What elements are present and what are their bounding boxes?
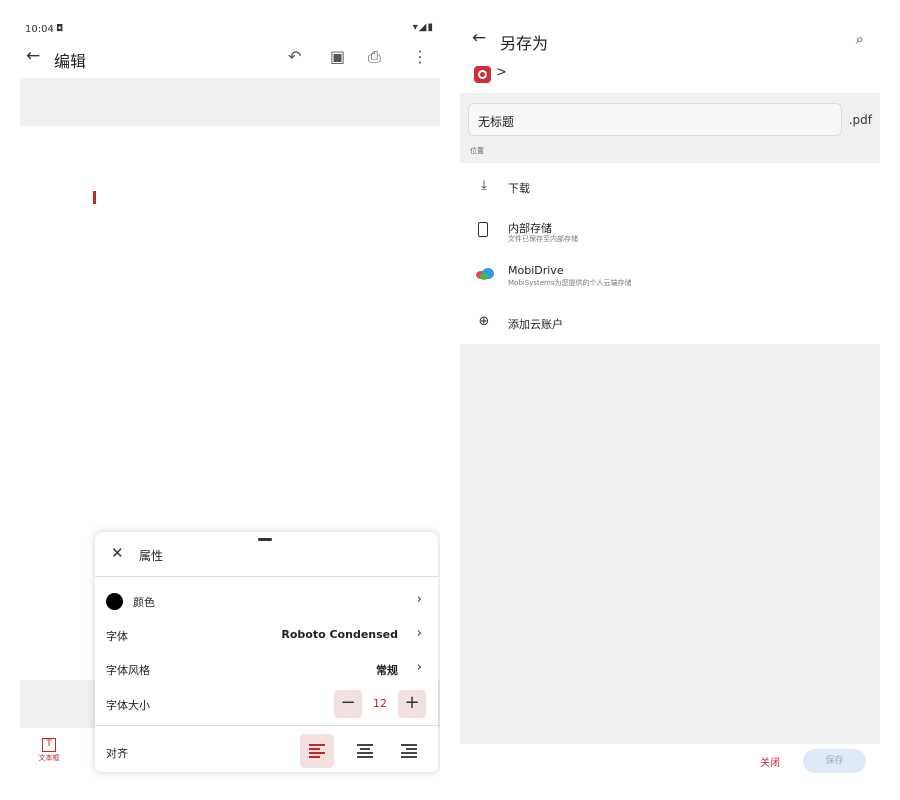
color-row[interactable]: 颜色 › bbox=[95, 586, 438, 616]
status-bar: 10:04 ◘ ▾◢▮ bbox=[20, 0, 440, 42]
font-size-label: 字体大小 bbox=[106, 699, 150, 712]
save-icon[interactable]: ▣ bbox=[330, 47, 345, 66]
align-center-button[interactable] bbox=[348, 734, 382, 768]
chevron-right-icon: › bbox=[416, 592, 422, 607]
system-status-icons: ▾◢▮ bbox=[412, 22, 434, 33]
filename-input[interactable]: 无标题 bbox=[468, 103, 842, 136]
text-box-label: 文本框 bbox=[38, 754, 60, 762]
chevron-right-icon: › bbox=[416, 626, 422, 641]
align-right-button[interactable] bbox=[392, 734, 426, 768]
editor-appbar: ← 编辑 ↶ ▣ ⎙ ⋮ bbox=[20, 44, 440, 74]
properties-sheet: ✕ 属性 颜色 › 字体 Roboto Condensed › 字体风格 常规 … bbox=[95, 532, 438, 772]
print-icon[interactable]: ⎙ bbox=[368, 47, 381, 67]
file-extension: .pdf bbox=[848, 113, 872, 127]
editor-screen: 10:04 ◘ ▾◢▮ ← 编辑 ↶ ▣ ⎙ ⋮ T 文本框 ✕ 属性 颜色 ›… bbox=[20, 0, 440, 780]
location-internal-storage[interactable]: 内部存储 文件已保存至内部存储 bbox=[460, 220, 880, 264]
save-as-appbar: ← 另存为 ⌕ bbox=[460, 28, 880, 58]
location-subtitle: 文件已保存至内部存储 bbox=[508, 235, 578, 243]
alignment-row: 对齐 bbox=[95, 733, 438, 769]
properties-title: 属性 bbox=[139, 549, 164, 563]
font-style-label: 字体风格 bbox=[106, 664, 150, 677]
empty-list-area bbox=[460, 344, 880, 744]
font-size-value[interactable]: 12 bbox=[362, 690, 398, 718]
save-as-screen: ← 另存为 ⌕ > 无标题 .pdf 位置 ⤓ 下载 内部存储 文件已保存至内部… bbox=[460, 0, 880, 780]
page-title: 另存为 bbox=[500, 34, 549, 53]
color-swatch bbox=[106, 593, 123, 610]
text-box-tool[interactable]: T 文本框 bbox=[34, 738, 64, 763]
mobidrive-icon bbox=[476, 268, 494, 280]
more-options-icon[interactable]: ⋮ bbox=[412, 47, 428, 66]
font-value: Roboto Condensed bbox=[281, 628, 398, 641]
decrease-size-button[interactable]: − bbox=[334, 690, 362, 718]
close-button[interactable]: 关闭 bbox=[760, 754, 780, 769]
filename-panel: 无标题 .pdf 位置 bbox=[460, 93, 880, 163]
location-subtitle: MobiSystems为您提供的个人云端存储 bbox=[508, 279, 632, 287]
font-label: 字体 bbox=[106, 630, 128, 643]
location-title: 添加云账户 bbox=[508, 318, 563, 331]
status-time: 10:04 bbox=[25, 24, 54, 35]
app-logo-icon bbox=[474, 66, 491, 83]
font-size-stepper: − 12 + bbox=[334, 690, 426, 718]
location-title: 下载 bbox=[508, 182, 530, 195]
align-left-button[interactable] bbox=[300, 734, 334, 768]
phone-icon bbox=[478, 222, 488, 237]
location-downloads[interactable]: ⤓ 下载 bbox=[460, 178, 880, 222]
properties-header: ✕ 属性 bbox=[95, 532, 438, 577]
location-title: MobiDrive bbox=[508, 264, 564, 277]
page-title: 编辑 bbox=[54, 52, 87, 71]
toolbar-band bbox=[20, 78, 440, 126]
location-label: 位置 bbox=[470, 147, 484, 155]
cloud-add-icon: ⊕ bbox=[478, 314, 490, 329]
divider bbox=[95, 725, 438, 726]
dialog-footer: 关闭 保存 bbox=[460, 744, 880, 780]
notification-icon: ◘ bbox=[56, 24, 64, 34]
back-arrow-icon[interactable]: ← bbox=[26, 46, 40, 66]
increase-size-button[interactable]: + bbox=[398, 690, 426, 718]
text-cursor bbox=[93, 191, 96, 204]
alignment-label: 对齐 bbox=[106, 747, 128, 760]
chevron-right-icon: › bbox=[416, 660, 422, 675]
breadcrumb-arrow-icon: > bbox=[496, 65, 507, 80]
download-icon: ⤓ bbox=[481, 178, 487, 193]
font-style-row[interactable]: 字体风格 常规 › bbox=[95, 654, 438, 684]
font-size-row: 字体大小 − 12 + bbox=[95, 689, 438, 719]
color-label: 颜色 bbox=[133, 596, 155, 609]
font-style-value: 常规 bbox=[376, 664, 398, 677]
back-arrow-icon[interactable]: ← bbox=[472, 28, 486, 48]
location-mobidrive[interactable]: MobiDrive MobiSystems为您提供的个人云端存储 bbox=[460, 264, 880, 308]
save-button[interactable]: 保存 bbox=[803, 749, 866, 773]
search-icon[interactable]: ⌕ bbox=[856, 30, 864, 48]
close-icon[interactable]: ✕ bbox=[111, 544, 124, 562]
text-box-icon: T bbox=[42, 738, 56, 752]
font-row[interactable]: 字体 Roboto Condensed › bbox=[95, 620, 438, 650]
drag-handle[interactable] bbox=[258, 538, 272, 541]
undo-icon[interactable]: ↶ bbox=[288, 47, 301, 66]
